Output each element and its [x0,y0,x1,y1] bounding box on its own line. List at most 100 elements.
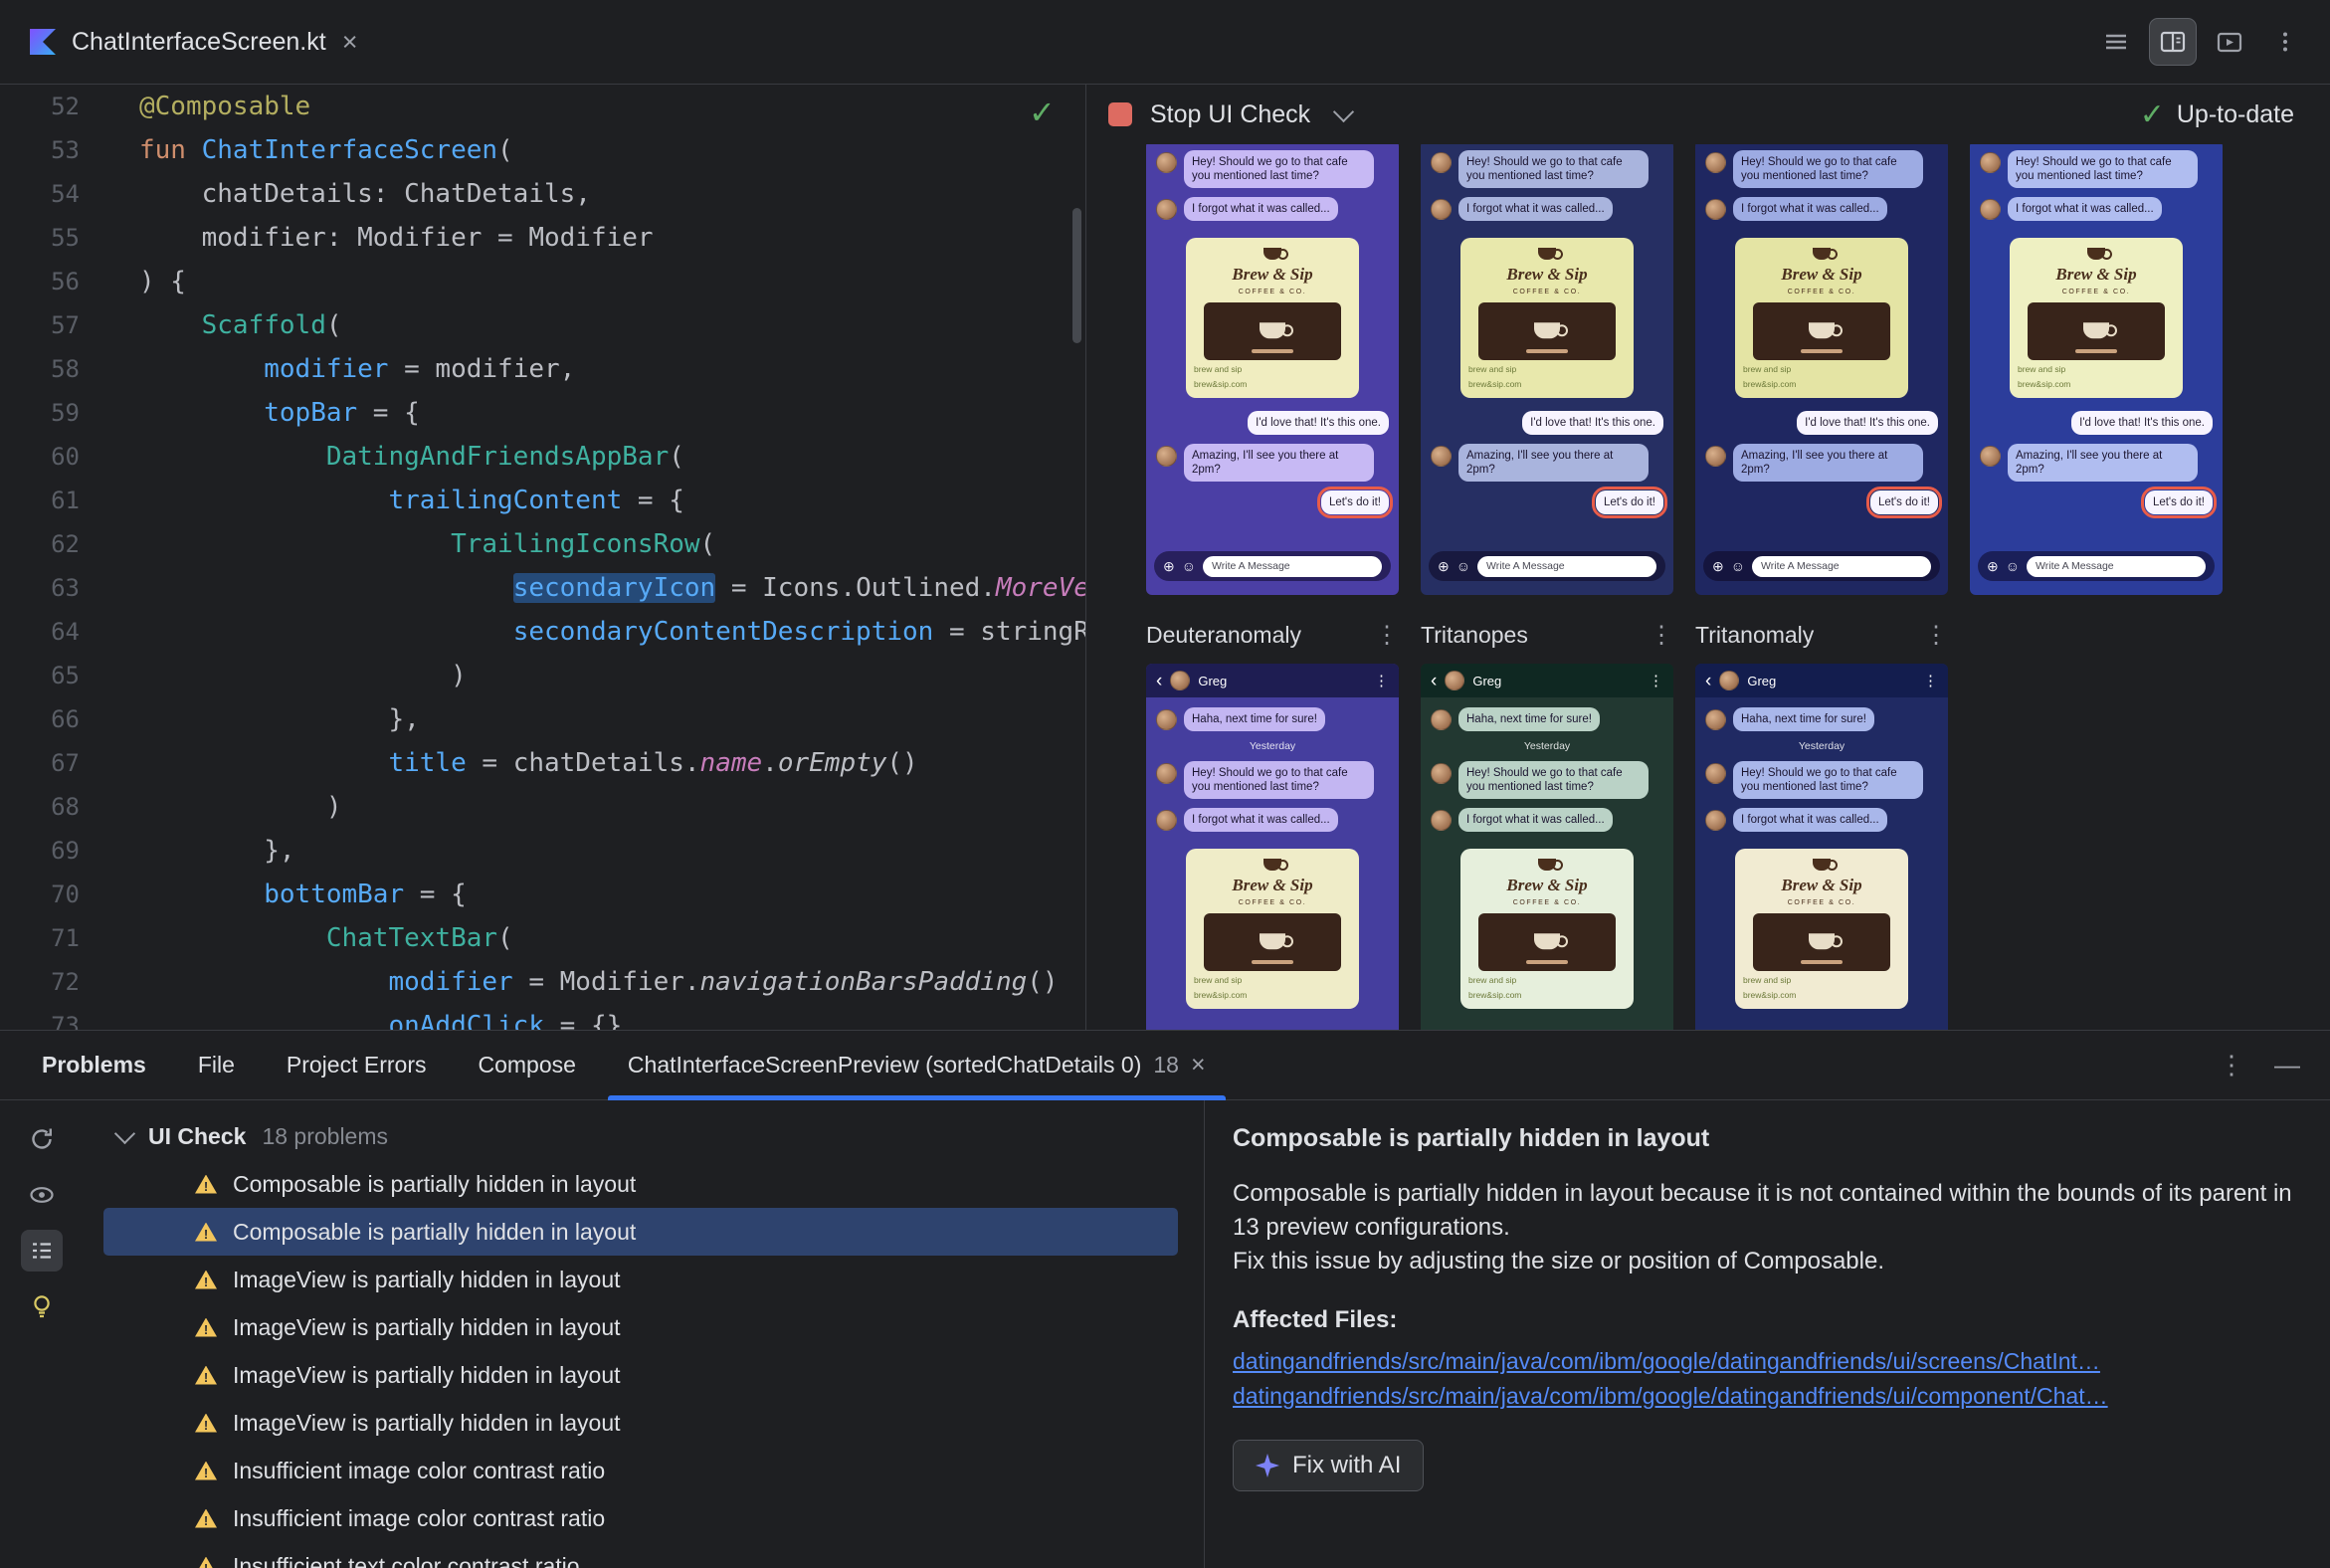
code-line: modifier = modifier, [139,347,1085,391]
code-token: = chatDetails. [466,748,700,778]
code-token: ( [325,310,342,340]
add-icon: ⊕ [1438,558,1450,574]
problem-item[interactable]: ! Insufficient image color contrast ratio [103,1447,1178,1494]
chat-bubble: I forgot what it was called... [1458,808,1613,832]
problem-item[interactable]: ! ImageView is partially hidden in layout [103,1256,1178,1303]
tab[interactable]: ChatInterfaceScreenPreview (sortedChatDe… [602,1031,1232,1100]
tool-window-title[interactable]: Problems [16,1052,172,1078]
problems-group-row[interactable]: UI Check 18 problems [84,1112,1204,1160]
add-icon: ⊕ [1712,558,1724,574]
coffee-logo-icon [1263,859,1288,871]
suggestions-bulb-icon[interactable] [21,1285,63,1327]
line-number: 62 [51,530,80,558]
tab[interactable]: Project Errors [261,1031,453,1099]
message-input[interactable]: Write A Message [1477,555,1656,577]
avatar [1431,152,1452,173]
brew-card-title: Brew & Sip [1232,876,1313,894]
message-input[interactable]: Write A Message [1203,555,1382,577]
list-view-icon[interactable] [21,1230,63,1272]
problem-item[interactable]: ! Insufficient image color contrast ratio [103,1494,1178,1542]
preview-label: Tritanopes [1421,622,1528,648]
brew-card-subtitle: COFFEE & CO. [1787,289,1856,295]
message-input-bar: ⊕ ☺ Write A Message [1154,551,1391,581]
back-icon: ‹ [1156,670,1163,691]
coffee-cup-icon [2083,322,2117,339]
split-editor-icon[interactable] [2149,18,2197,66]
brew-card: Brew & Sip COFFEE & CO. brew and sip brew&s… [1460,238,1634,398]
group-chevron-down-icon[interactable] [113,1122,136,1144]
tab-close-icon[interactable]: × [1191,1053,1206,1078]
problem-item[interactable]: ! ImageView is partially hidden in layout [103,1399,1178,1447]
preview-phone[interactable]: Hey! Should we go to that cafe you menti… [1970,144,2223,595]
preview-phone[interactable]: ‹ Greg ⋮ Haha, next time for sure! Yesterday… [1421,664,1673,1030]
avatar [1431,709,1452,730]
preview-phone[interactable]: Hey! Should we go to that cafe you menti… [1421,144,1673,595]
kotlin-file-icon [30,29,56,55]
problem-item[interactable]: ! Insufficient text color contrast ratio [103,1542,1178,1568]
preview-label-cell: Tritanomaly ⋮ [1695,621,1948,650]
editor-scrollbar[interactable] [1072,208,1081,343]
tab[interactable]: Compose [452,1031,601,1099]
chevron-down-icon[interactable] [1333,100,1355,122]
preview-eye-icon[interactable] [21,1174,63,1216]
structure-menu-icon[interactable] [2093,19,2139,65]
minimize-panel-icon[interactable]: — [2274,1050,2300,1080]
kebab-icon[interactable]: ⋮ [1924,621,1948,650]
message-row: Hey! Should we go to that cafe you menti… [1156,150,1389,188]
message-row: I'd love that! It's this one. [1431,411,1663,435]
message-row: Hey! Should we go to that cafe you menti… [1705,150,1938,188]
affected-file-link[interactable]: datingandfriends/src/main/java/com/ibm/g… [1233,1344,2300,1379]
chat-bubble: Haha, next time for sure! [1458,707,1600,731]
more-options-icon[interactable] [2262,19,2308,65]
chat-bubble: Hey! Should we go to that cafe you menti… [1458,761,1649,799]
code-line: chatDetails: ChatDetails, [139,172,1085,216]
preview-phone[interactable]: ‹ Greg ⋮ Haha, next time for sure! Yesterday… [1146,664,1399,1030]
message-input[interactable]: Write A Message [1752,555,1931,577]
problems-panel: UI Check 18 problems ! Composable is part… [84,1100,1205,1568]
rerun-checks-icon[interactable] [21,1118,63,1160]
inspections-status-icon[interactable]: ✓ [1029,91,1056,134]
tab[interactable]: File [172,1031,261,1099]
ai-sparkle-icon [1256,1454,1279,1477]
code-line: ) [139,654,1085,697]
affected-file-link[interactable]: datingandfriends/src/main/java/com/ibm/g… [1233,1379,2300,1414]
tab-close-icon[interactable]: × [342,28,358,56]
chat-bubble: I forgot what it was called... [1184,197,1338,221]
message-input[interactable]: Write A Message [2027,555,2206,577]
problem-item[interactable]: ! ImageView is partially hidden in layout [103,1351,1178,1399]
bottom-tabs: Problems File Project Errors Compose ChatIn… [0,1031,2330,1100]
preview-phone[interactable]: Hey! Should we go to that cafe you menti… [1146,144,1399,595]
code-token: = stringResource(R.string.more) [948,617,1086,647]
kebab-icon[interactable]: ⋮ [1650,621,1673,650]
problem-item[interactable]: ! ImageView is partially hidden in layout [103,1303,1178,1351]
day-label: Yesterday [1523,740,1571,752]
tab-label: File [197,1052,235,1078]
avatar [1705,810,1726,831]
line-number: 57 [51,311,80,339]
code-editor[interactable]: 52 53 54 55 56 57 58 59 60 61 62 63 64 65 66 67 68 69 70 71… [0,85,1086,1030]
preview-toolbar: Stop UI Check ✓ Up-to-date [1086,85,2330,144]
emoji-icon: ☺ [2005,558,2021,574]
back-icon: ‹ [1705,670,1712,691]
kebab-icon[interactable]: ⋮ [1375,621,1399,650]
fix-with-ai-button[interactable]: Fix with AI [1233,1440,1425,1491]
phone-body: Haha, next time for sure! Yesterday Hey! S… [1695,697,1948,1013]
coffee-cup-icon [1534,933,1568,950]
stop-ui-check-button[interactable]: Stop UI Check [1108,100,1310,129]
coffee-photo [1204,302,1341,360]
editor-tab[interactable]: ChatInterfaceScreen.kt × [0,0,383,84]
problem-item[interactable]: ! Composable is partially hidden in layou… [103,1208,1178,1256]
code-token: ChatInterfaceScreen [201,135,498,165]
preview-phone[interactable]: ‹ Greg ⋮ Haha, next time for sure! Yesterday… [1695,664,1948,1030]
title-bar: ChatInterfaceScreen.kt × [0,0,2330,85]
saucer-shape [1526,960,1568,964]
problem-item[interactable]: ! Composable is partially hidden in layou… [103,1160,1178,1208]
preview-phone[interactable]: Hey! Should we go to that cafe you menti… [1695,144,1948,595]
saucer-shape [1252,349,1293,353]
panel-more-options-icon[interactable]: ⋮ [2219,1050,2244,1080]
coffee-logo-icon [1538,248,1563,260]
code-token: ) [139,661,467,690]
brew-card-caption: brew and sip [1468,364,1517,374]
open-preview-window-icon[interactable] [2207,19,2252,65]
